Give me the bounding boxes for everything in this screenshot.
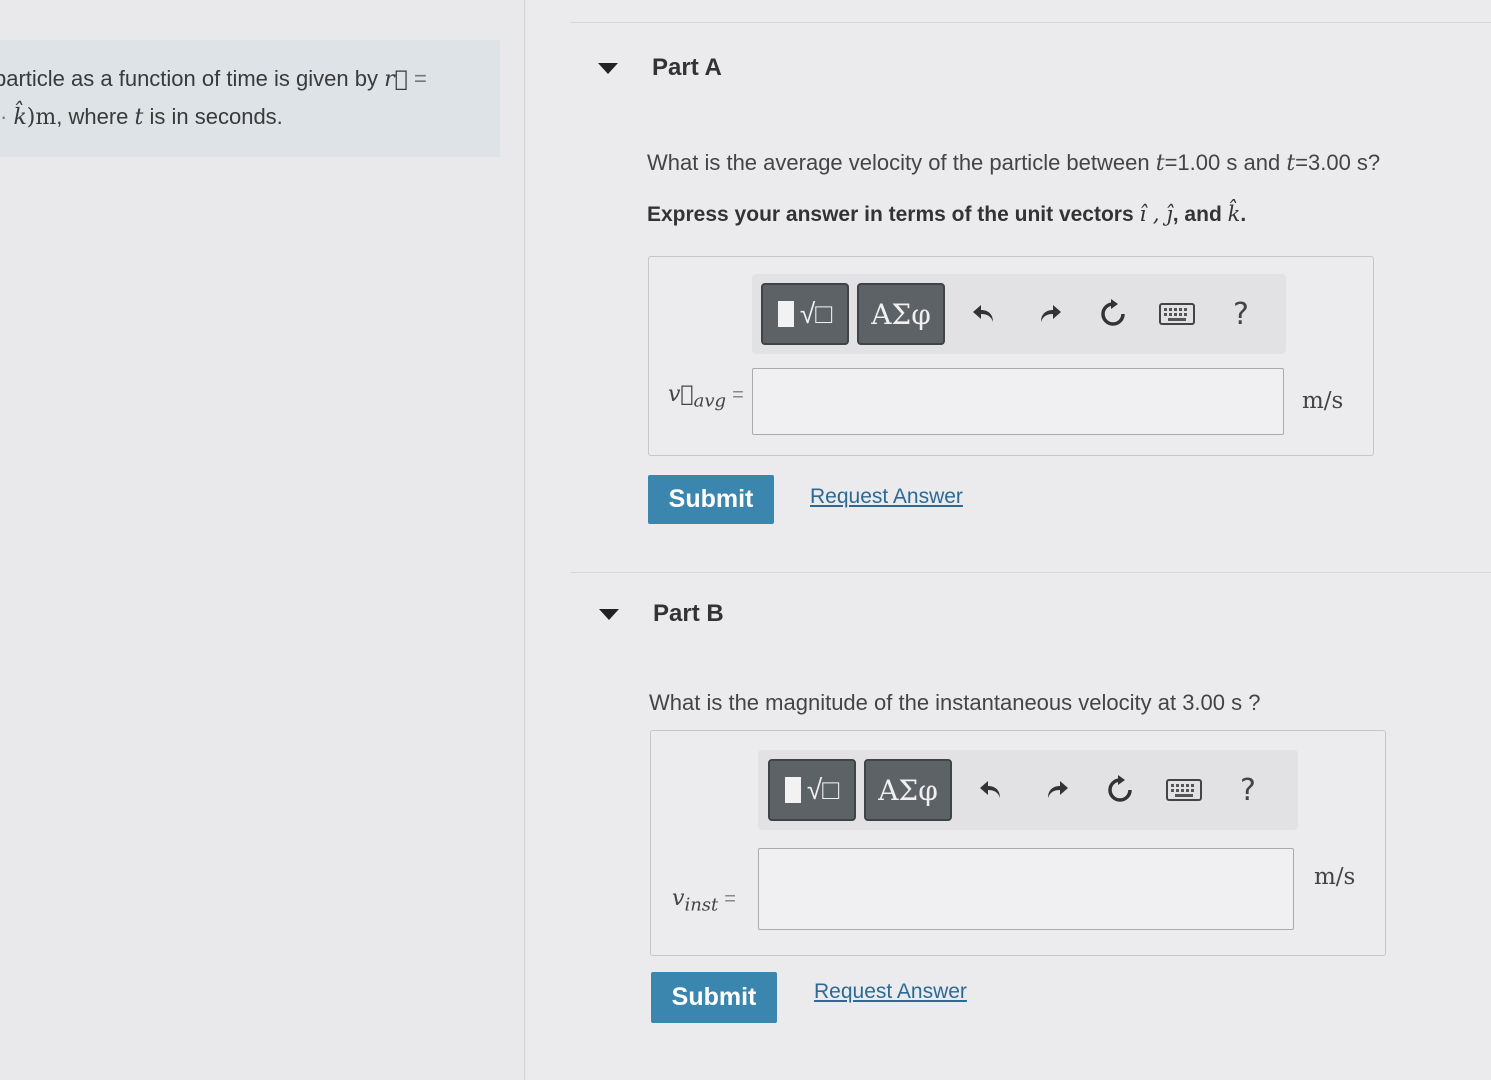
problem-text-where: , where (56, 104, 129, 129)
part-a-request-answer-link[interactable]: Request Answer (810, 485, 963, 509)
help-label: ? (1233, 296, 1249, 332)
equals-sign: = (724, 888, 736, 910)
problem-text-seconds: is in seconds. (149, 104, 283, 129)
part-b-header[interactable]: Part B (599, 600, 724, 628)
velocity-symbol: v⃗ (668, 382, 694, 407)
instruction-and: , and (1172, 203, 1222, 226)
part-a-title: Part A (652, 54, 722, 81)
part-b-math-toolbar: √□ ΑΣφ ? (758, 750, 1298, 830)
reset-icon[interactable] (1088, 759, 1152, 821)
time-value-2: =3.00 s? (1295, 150, 1381, 175)
meters-unit: )m (26, 105, 57, 130)
time-variable: t (1155, 151, 1165, 176)
time-variable: t (1286, 151, 1296, 176)
problem-leading-mark: · (0, 104, 8, 129)
templates-label: √□ (806, 774, 840, 805)
part-divider (570, 572, 1491, 573)
part-a-header[interactable]: Part A (598, 54, 722, 82)
templates-button[interactable]: √□ (768, 759, 856, 821)
keyboard-icon[interactable] (1145, 283, 1209, 345)
keyboard-icon[interactable] (1152, 759, 1216, 821)
collapse-caret-icon[interactable] (599, 608, 619, 620)
collapse-caret-icon[interactable] (598, 62, 618, 74)
part-b-submit-button[interactable]: Submit (651, 972, 777, 1023)
greek-letters-icon: ΑΣφ (871, 297, 931, 331)
undo-icon[interactable] (953, 283, 1017, 345)
problem-panel: particle as a function of time is given … (0, 0, 525, 1080)
greek-letters-icon: ΑΣφ (878, 773, 938, 807)
problem-text: particle as a function of time is given … (0, 66, 378, 91)
greek-letters-button[interactable]: ΑΣφ (857, 283, 945, 345)
top-divider (570, 22, 1491, 23)
problem-line-2: · k̂)m, where t is in seconds. (0, 98, 500, 136)
equals-sign: = (732, 384, 744, 406)
part-b-title: Part B (653, 600, 724, 627)
velocity-symbol: v (672, 886, 685, 911)
equals-sign: = (413, 66, 427, 91)
templates-icon (777, 301, 794, 327)
part-a-unit: m/s (1302, 388, 1344, 414)
instruction-text: Express your answer in terms of the unit… (647, 203, 1134, 226)
part-a-instruction: Express your answer in terms of the unit… (647, 202, 1246, 227)
v-inst-label: vinst = (672, 886, 736, 915)
time-variable: t (134, 105, 144, 130)
part-a-math-toolbar: √□ ΑΣφ ? (752, 274, 1286, 354)
problem-statement: particle as a function of time is given … (0, 40, 500, 157)
unit-vector-k: k̂ (13, 105, 27, 130)
undo-icon[interactable] (960, 759, 1024, 821)
question-text: What is the average velocity of the part… (647, 150, 1150, 175)
help-icon[interactable]: ? (1216, 759, 1280, 821)
greek-letters-button[interactable]: ΑΣφ (864, 759, 952, 821)
templates-icon (784, 777, 801, 803)
help-label: ? (1240, 772, 1256, 808)
reset-icon[interactable] (1081, 283, 1145, 345)
instruction-period: . (1240, 203, 1247, 226)
redo-icon[interactable] (1017, 283, 1081, 345)
part-b-question: What is the magnitude of the instantaneo… (649, 690, 1261, 715)
part-a-question: What is the average velocity of the part… (647, 150, 1380, 176)
part-b-answer-input[interactable] (758, 848, 1294, 930)
position-vector-symbol: r⃗ (384, 67, 408, 92)
part-b-unit: m/s (1314, 864, 1356, 890)
velocity-subscript: inst (684, 894, 719, 916)
part-b-request-answer-link[interactable]: Request Answer (814, 980, 967, 1004)
problem-line-1: particle as a function of time is given … (0, 60, 500, 98)
unit-vector-k: k̂ (1227, 202, 1241, 226)
time-value-1: =1.00 s and (1164, 150, 1281, 175)
part-a-answer-input[interactable] (752, 368, 1284, 435)
part-a-submit-button[interactable]: Submit (648, 475, 774, 524)
redo-icon[interactable] (1024, 759, 1088, 821)
velocity-subscript: avg (693, 390, 727, 412)
help-icon[interactable]: ? (1209, 283, 1273, 345)
v-avg-label: v⃗avg = (668, 382, 744, 411)
unit-vectors-ij: î , ĵ (1139, 202, 1173, 226)
templates-button[interactable]: √□ (761, 283, 849, 345)
templates-label: √□ (799, 298, 833, 329)
